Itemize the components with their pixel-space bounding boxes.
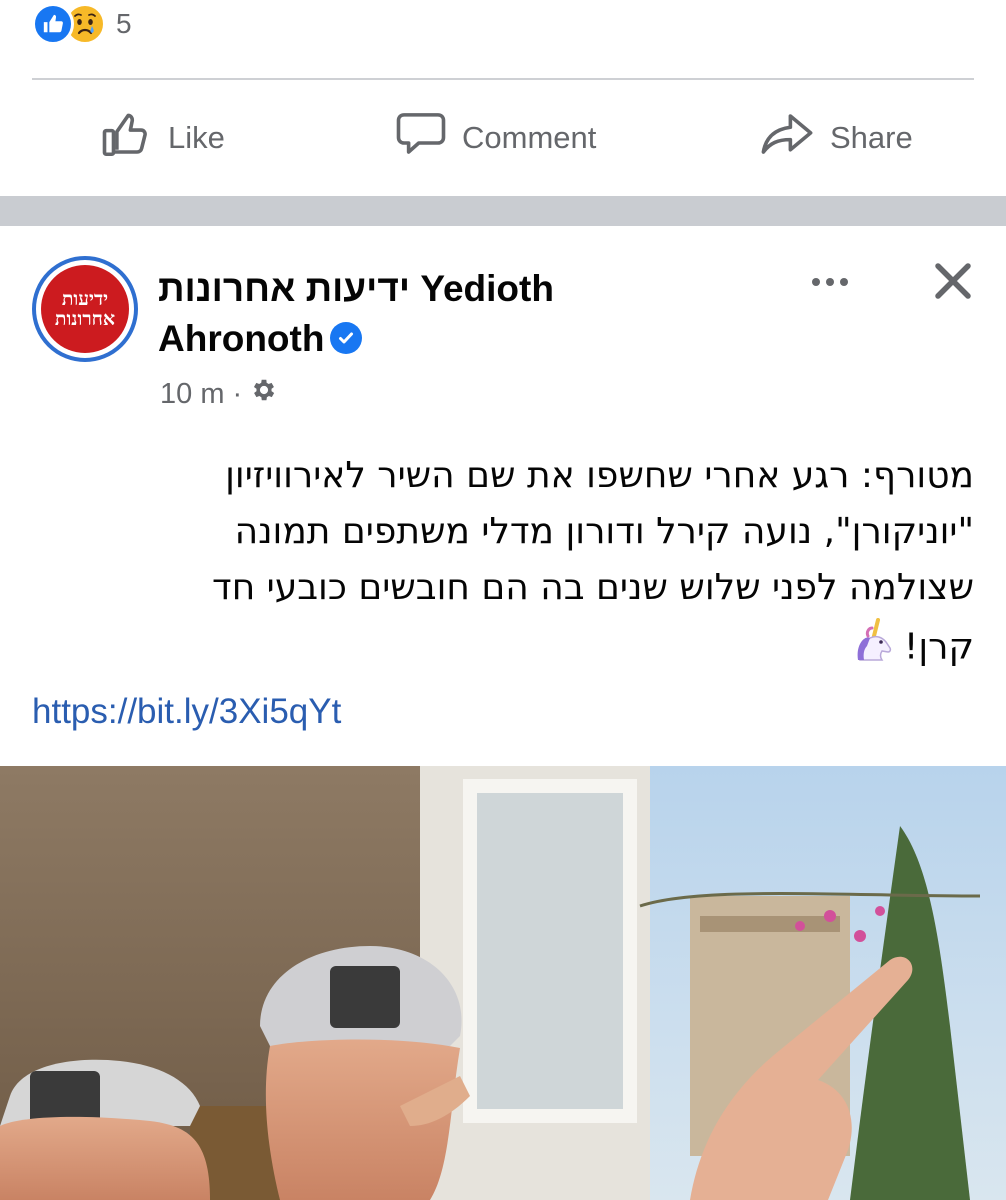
post-photo-image (0, 766, 1006, 1200)
reactions-summary[interactable]: 5 (32, 0, 132, 48)
reaction-count: 5 (116, 8, 132, 39)
more-dot (840, 278, 848, 286)
more-options-button[interactable] (800, 262, 860, 302)
page-name-link[interactable]: ידיעות אחרונות Yedioth Ahronoth (158, 264, 618, 364)
comment-button[interactable]: Comment (394, 107, 596, 169)
gear-icon (250, 376, 278, 412)
close-icon (933, 261, 973, 306)
thumbs-up-icon (100, 107, 154, 169)
post-text-line: "יוניקורן", נועה קירל ודורון מדלי משתפים… (234, 511, 974, 552)
share-label: Share (830, 120, 913, 155)
share-arrow-icon (758, 107, 816, 169)
post-actions-bar: Like Comment Share (0, 80, 1006, 196)
more-dots-icon (812, 278, 820, 286)
page-avatar[interactable]: ידיעות אחרונות (32, 256, 138, 362)
share-button[interactable]: Share (758, 107, 913, 169)
post-timestamp[interactable]: 10 m (160, 378, 224, 411)
comment-label: Comment (462, 120, 597, 155)
close-button[interactable] (926, 256, 980, 310)
more-dot (826, 278, 834, 286)
post-link[interactable]: https://bit.ly/3Xi5qYt (32, 692, 341, 732)
post-text: מטורף: רגע אחרי שחשפו את שם השיר לאירווי… (32, 448, 974, 681)
post-text-line: שצולמה לפני שלוש שנים בה הם חובשים כובעי… (212, 567, 974, 608)
unicorn-emoji-icon (848, 616, 896, 681)
logo-text-line1: ידיעות (61, 288, 109, 310)
like-button[interactable]: Like (100, 107, 225, 169)
post-text-line-last: קרן! (32, 616, 974, 681)
logo-text-line2: אחרונות (54, 308, 116, 330)
post-text-line: מטורף: רגע אחרי שחשפו את שם השיר לאירווי… (225, 455, 974, 496)
comment-bubble-icon (394, 107, 448, 169)
like-reaction-icon (32, 3, 74, 45)
yedioth-logo: ידיעות אחרונות (41, 265, 129, 353)
verified-badge-icon (330, 322, 363, 355)
feed-separator (0, 196, 1006, 226)
post-text-line: קרן! (903, 626, 974, 668)
post-meta: 10 m · (160, 376, 278, 412)
like-label: Like (168, 120, 225, 155)
meta-separator: · (232, 377, 243, 410)
post-photo[interactable] (0, 766, 1006, 1200)
